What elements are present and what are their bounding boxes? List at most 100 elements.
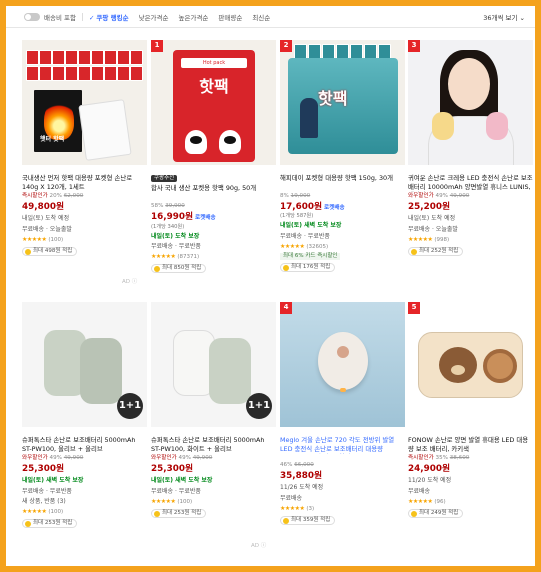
- used-items-info[interactable]: 새 상품, 반품 (3): [22, 498, 147, 506]
- product-image[interactable]: 5: [408, 302, 533, 427]
- discount-line: 8% 19,000: [280, 193, 405, 201]
- product-title[interactable]: 국내생산 먼저 핫팩 대용량 포켓형 손난로 140g X 120개, 1세트: [22, 174, 147, 192]
- original-price: 66,000: [294, 462, 314, 468]
- points-text: 최대 253원 적립: [162, 509, 202, 516]
- discount-type: 즉시할인가: [408, 455, 434, 461]
- review-count: (100): [48, 236, 64, 243]
- product-title[interactable]: FONOW 손난로 양면 발열 휴대용 LED 대용량 보조 배터리, 카키색: [408, 436, 533, 454]
- discount-line: 즉시할인가 20% 62,000: [22, 193, 147, 201]
- delivery-info: 내일(토) 도착 예정: [408, 215, 456, 223]
- coin-icon: [411, 510, 417, 517]
- rating: ★★★★★ (3): [280, 505, 405, 513]
- review-count: (100): [48, 508, 64, 515]
- product-title[interactable]: Meglo 겨울 손난로 720 각도 전방위 발열 LED 충전식 손난로 보…: [280, 436, 405, 454]
- flame-icon: [44, 100, 74, 140]
- bear-icon: [439, 347, 477, 383]
- power-bank-icon: [80, 338, 122, 404]
- penguin-icon: [185, 130, 207, 154]
- per-page-select[interactable]: 36개씩 보기 ⌄: [483, 12, 525, 22]
- coin-icon: [25, 248, 31, 255]
- star-rating-icon: ★★★★★: [280, 242, 305, 250]
- one-plus-one-badge: 1+1: [117, 393, 143, 419]
- product-image[interactable]: 3: [408, 40, 533, 165]
- divider: [81, 12, 83, 21]
- discount-percent: 49%: [49, 455, 62, 461]
- delivery-info: 내일(토) 새벽 도착 보장: [280, 222, 342, 230]
- product-image[interactable]: 햇터 핫팩: [22, 40, 147, 165]
- points-badge: 최대 359원 적립: [280, 516, 336, 526]
- product-price: 25,300원: [22, 463, 65, 474]
- discount-percent: 8%: [280, 193, 289, 199]
- rating: ★★★★★ (100): [22, 508, 147, 516]
- hand-warmer-icon: [432, 112, 454, 140]
- discount-line: 와우할인가 49% 49,900: [151, 455, 276, 463]
- discount-line: 와우할인가 49% 49,900: [408, 193, 533, 201]
- product-image[interactable]: 1+1: [22, 302, 147, 427]
- product-title[interactable]: 귀여운 손난로 크레용 LED 충전식 손난로 보조배터리 10000mAh 양…: [408, 174, 533, 192]
- discount-line: 46% 66,000: [280, 462, 405, 470]
- shipping-info: 무료배송 · 오늘출발: [408, 225, 458, 233]
- shipping-info: 무료배송 · 무료반품: [280, 232, 330, 240]
- price-value: 17,600원: [280, 201, 323, 212]
- original-price: 38,600: [449, 455, 470, 461]
- product-title[interactable]: 슈퍼톡스타 손난로 보조배터리 5000mAh ST-PW100, 올리브 + …: [22, 436, 147, 454]
- discount-percent: 49%: [435, 193, 448, 199]
- sort-high-price[interactable]: 높은가격순: [179, 12, 209, 22]
- delivery-info: 내일(토) 새벽 도착 보장: [151, 477, 213, 485]
- unit-price: (1개당 340원): [151, 223, 185, 230]
- price-value: 16,990원: [151, 211, 194, 222]
- coin-icon: [411, 248, 417, 255]
- review-count: (100): [177, 498, 193, 505]
- points-text: 최대 176원 적립: [291, 264, 331, 271]
- product-price: 17,600원 로켓배송: [280, 202, 405, 214]
- original-price: 62,000: [63, 193, 84, 199]
- coin-icon: [283, 264, 289, 271]
- ad-label[interactable]: AD ⓘ: [122, 277, 137, 285]
- sort-newest[interactable]: 최신순: [252, 12, 270, 22]
- rank-badge: 5: [408, 302, 420, 314]
- pack-cap-label: Hot pack: [181, 58, 247, 68]
- product-image[interactable]: 2 핫팩: [280, 40, 405, 165]
- product-image[interactable]: 1+1: [151, 302, 276, 427]
- sort-low-price[interactable]: 낮은가격순: [139, 12, 169, 22]
- pack-label: 핫팩: [199, 77, 229, 96]
- product-title[interactable]: 슈퍼톡스타 손난로 보조배터리 5000mAh ST-PW100, 화이트 + …: [151, 436, 276, 454]
- discount-line: 즉시할인가 35% 38,600: [408, 455, 533, 463]
- unit-price: (1개당 587원): [280, 213, 314, 220]
- discount-percent: 20%: [49, 193, 62, 199]
- product-price: 16,990원 로켓배송: [151, 212, 276, 224]
- sort-ranking-label: 쿠팡 랭킹순: [96, 13, 129, 22]
- rank-badge: 1: [151, 40, 163, 52]
- product-price: 25,200원: [408, 201, 451, 212]
- power-bank-icon: [209, 338, 251, 404]
- rating: ★★★★★ (100): [151, 498, 276, 506]
- points-text: 최대 249원 적립: [419, 509, 459, 516]
- product-price: 35,880원: [280, 470, 323, 481]
- star-rating-icon: ★★★★★: [151, 253, 176, 261]
- discount-percent: 49%: [178, 455, 191, 461]
- penguin-icon: [219, 130, 241, 154]
- points-text: 최대 252원 적립: [419, 247, 459, 254]
- discount-line: 58% 39,900: [151, 203, 276, 211]
- product-image[interactable]: 1 Hot pack 핫팩: [151, 40, 276, 165]
- sort-sales[interactable]: 판매량순: [218, 12, 242, 22]
- coin-icon: [25, 520, 31, 527]
- product-title[interactable]: 해피데이 포켓형 대용량 핫팩 150g, 30개: [280, 174, 405, 192]
- hand-warmer-icon: [318, 332, 368, 390]
- hand-warmer-icon: [486, 112, 508, 140]
- product-image[interactable]: 4: [280, 302, 405, 427]
- rating: ★★★★★ (32605): [280, 243, 405, 251]
- review-count: (3): [306, 505, 315, 512]
- star-rating-icon: ★★★★★: [408, 235, 433, 243]
- ad-label[interactable]: AD ⓘ: [251, 541, 266, 549]
- delivery-info: 11/20 도착 예정: [408, 477, 452, 485]
- discount-percent: 58%: [151, 203, 164, 210]
- delivery-info: 내일(토) 도착 보장: [151, 232, 200, 240]
- shipping-info: 무료배송: [280, 494, 303, 502]
- discount-percent: 35%: [435, 455, 448, 461]
- star-rating-icon: ★★★★★: [22, 507, 47, 515]
- rank-badge: 2: [280, 40, 292, 52]
- sort-ranking[interactable]: ✓ 쿠팡 랭킹순: [89, 12, 129, 22]
- delivery-fee-toggle[interactable]: [24, 12, 40, 21]
- product-title[interactable]: 합사 국내 생산 포켓용 핫팩 90g, 50개: [151, 184, 276, 202]
